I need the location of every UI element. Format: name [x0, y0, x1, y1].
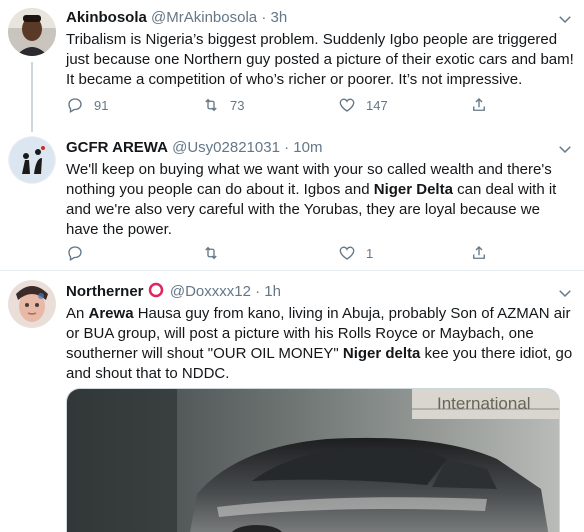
- heart-icon: [339, 98, 355, 112]
- separator-dot: ·: [284, 139, 290, 156]
- tweet-akinbosola[interactable]: Akinbosola @MrAkinbosola · 3h Tribalism …: [0, 0, 584, 132]
- reply-icon: [68, 246, 82, 261]
- tweet-text-highlight: Arewa: [88, 305, 134, 322]
- reply-button[interactable]: 91: [66, 96, 108, 114]
- red-circle-emoji-icon: [148, 282, 163, 298]
- tweet-header: Northerner @Doxxxx12 · 1h: [66, 282, 281, 302]
- retweet-button[interactable]: 73: [202, 96, 244, 114]
- user-handle[interactable]: @Usy02821031: [172, 139, 280, 156]
- avatar[interactable]: [8, 280, 56, 328]
- like-count: 147: [366, 97, 388, 113]
- display-name[interactable]: GCFR AREWA: [66, 139, 168, 156]
- avatar[interactable]: [8, 136, 56, 184]
- reply-count: 91: [94, 97, 109, 113]
- tweet-text: We'll keep on buying what we want with y…: [66, 160, 576, 240]
- tweet-media-image[interactable]: International: [66, 388, 560, 532]
- tweet-header: GCFR AREWA @Usy02821031 · 10m: [66, 138, 322, 158]
- like-count: 1: [366, 245, 374, 261]
- thread-connector-line: [31, 62, 33, 132]
- display-name[interactable]: Akinbosola: [66, 9, 147, 26]
- tweet-header: Akinbosola @MrAkinbosola · 3h: [66, 8, 287, 28]
- tweet-text-part: An: [66, 305, 89, 322]
- separator-dot: ·: [255, 283, 261, 300]
- tweet-text: An Arewa Hausa guy from kano, living in …: [66, 304, 576, 384]
- share-button[interactable]: [470, 96, 488, 114]
- tweet-time[interactable]: 10m: [293, 139, 322, 156]
- retweet-count: 73: [230, 97, 245, 113]
- user-handle[interactable]: @Doxxxx12: [170, 283, 251, 300]
- reply-icon: [68, 98, 82, 113]
- heart-icon: [339, 246, 355, 260]
- like-button[interactable]: 1: [338, 244, 373, 262]
- avatar[interactable]: [8, 8, 56, 56]
- tweet-time[interactable]: 3h: [270, 9, 287, 26]
- like-button[interactable]: 147: [338, 96, 388, 114]
- separator-dot: ·: [261, 9, 267, 26]
- tweet-divider: [0, 270, 584, 271]
- display-name[interactable]: Northerner: [66, 283, 144, 300]
- user-handle[interactable]: @MrAkinbosola: [151, 9, 257, 26]
- tweet-time[interactable]: 1h: [264, 283, 281, 300]
- showroom-sign-text: International: [437, 394, 531, 413]
- tweet-text: Tribalism is Nigeria’s biggest problem. …: [66, 31, 574, 88]
- tweet-gcfr-arewa[interactable]: GCFR AREWA @Usy02821031 · 10m We'll keep…: [0, 128, 584, 268]
- share-icon: [473, 246, 485, 259]
- share-button[interactable]: [470, 244, 488, 262]
- retweet-icon: [205, 246, 217, 260]
- reply-button[interactable]: [66, 244, 84, 262]
- tweet-actions: 91 73 147: [66, 96, 506, 116]
- chevron-down-icon[interactable]: [556, 10, 574, 28]
- retweet-icon: [205, 98, 217, 112]
- chevron-down-icon[interactable]: [556, 140, 574, 158]
- chevron-down-icon[interactable]: [556, 284, 574, 302]
- share-icon: [473, 98, 485, 111]
- tweet-actions: 1: [66, 244, 506, 264]
- tweet-text-highlight: Niger Delta: [373, 181, 453, 198]
- tweet-text-highlight: Niger delta: [342, 345, 421, 362]
- retweet-button[interactable]: [202, 244, 220, 262]
